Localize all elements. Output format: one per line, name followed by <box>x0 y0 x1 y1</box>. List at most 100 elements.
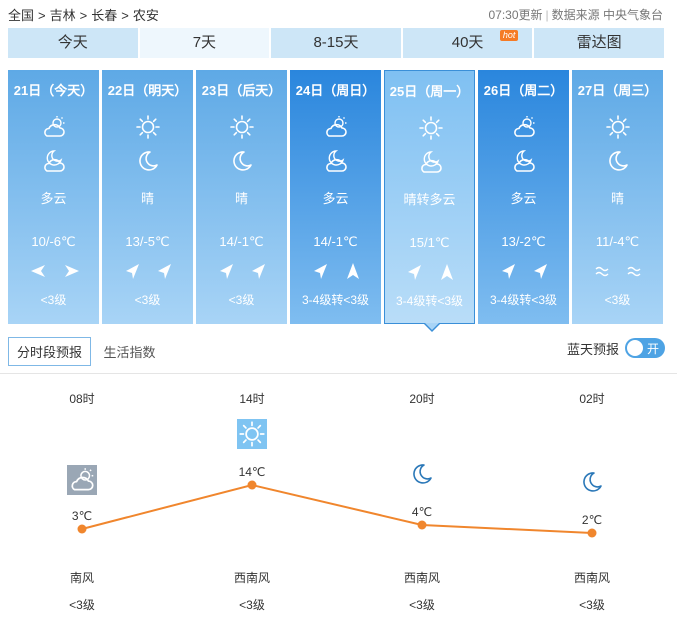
day-card[interactable]: 23日（后天） 晴 14/-1℃ <3级 <box>196 70 287 324</box>
hour-label: 20时 <box>409 392 435 406</box>
wind-direction <box>478 262 569 282</box>
night-weather-icon <box>322 148 350 174</box>
day-temperature: 15/1℃ <box>409 235 450 250</box>
day-temperature: 14/-1℃ <box>219 234 264 249</box>
wave-icon <box>595 266 608 277</box>
tab-radar[interactable]: 雷达图 <box>534 28 664 58</box>
arrow-up-icon <box>440 264 453 280</box>
selected-caret <box>425 323 439 330</box>
arrow-ne-icon <box>533 264 547 279</box>
wind-level: <3级 <box>604 293 631 307</box>
hour-wind-direction: 南风 <box>69 571 94 585</box>
blue-sky-forecast: 蓝天预报 开 <box>567 338 665 358</box>
moon-icon <box>139 151 158 171</box>
day-card[interactable]: 24日（周日） 多云 14/-1℃ 3-4级转<3级 <box>290 70 381 324</box>
tab-hourly[interactable]: 分时段预报 <box>8 337 92 366</box>
cloudy-moon-icon <box>421 151 442 173</box>
night-weather-icon <box>604 148 632 174</box>
day-card[interactable]: 22日（明天） 晴 13/-5℃ <3级 <box>102 70 193 324</box>
moon-icon <box>413 464 432 484</box>
day-condition: 晴 <box>140 191 154 206</box>
hour-weather-icon <box>578 469 606 495</box>
night-weather-icon <box>228 148 256 174</box>
wind-level: 3-4级转<3级 <box>301 293 370 307</box>
night-weather-icon <box>40 148 68 174</box>
day-card[interactable]: 27日（周三） 晴 11/-4℃ <3级 <box>572 70 663 324</box>
day-temperature: 13/-5℃ <box>125 234 170 249</box>
wind-level: <3级 <box>40 293 67 307</box>
moon-icon <box>583 472 602 492</box>
breadcrumb-changchun[interactable]: 长春 <box>91 8 117 23</box>
wind-direction <box>385 263 474 283</box>
tab-life-index[interactable]: 生活指数 <box>95 338 163 365</box>
wind-direction <box>8 262 99 282</box>
update-time: 07:30更新 <box>488 8 543 22</box>
tab-40days-label: 40天 <box>451 34 484 51</box>
hour-wind-level: <3级 <box>579 598 605 612</box>
tab-today[interactable]: 今天 <box>8 28 138 58</box>
day-date: 22日（明天） <box>107 83 188 98</box>
temperature-point <box>247 480 257 490</box>
day-date: 24日（周日） <box>295 83 376 98</box>
arrow-ne-icon <box>501 264 515 279</box>
partly-cloudy-icon <box>71 468 94 491</box>
hour-temperature: 4℃ <box>411 505 433 519</box>
hour-wind-level: <3级 <box>239 598 265 612</box>
breadcrumb-nongan: 农安 <box>132 8 159 23</box>
blue-sky-toggle[interactable]: 开 <box>625 338 665 358</box>
temperature-point <box>417 520 427 530</box>
temperature-point <box>587 528 597 538</box>
breadcrumb-national[interactable]: 全国 <box>8 8 34 23</box>
breadcrumb: 全国 > 吉林 > 长春 > 农安 <box>8 5 163 24</box>
day-card[interactable]: 21日（今天） 多云 10/-6℃ <3级 <box>8 70 99 324</box>
update-info: 07:30更新 | 数据来源 中央气象台 <box>489 6 664 23</box>
cloudy-moon-icon <box>44 150 65 172</box>
seven-day-forecast: 21日（今天） 多云 10/-6℃ <3级 22日（明天） 晴 13/-5℃ <… <box>8 70 664 332</box>
day-card[interactable]: 25日（周一） 晴转多云 15/1℃ 3-4级转<3级 <box>384 70 475 332</box>
partly-cloudy-icon <box>44 116 65 137</box>
arrow-right-icon <box>64 265 79 277</box>
tab-8-15days[interactable]: 8-15天 <box>271 28 401 58</box>
sun-icon <box>606 115 630 139</box>
hour-wind-level: <3级 <box>409 598 435 612</box>
hour-weather-icon <box>67 465 97 495</box>
arrow-left-icon <box>30 265 45 277</box>
breadcrumb-jilin[interactable]: 吉林 <box>50 8 76 23</box>
sun-icon <box>239 421 265 447</box>
day-card[interactable]: 26日（周二） 多云 13/-2℃ 3-4级转<3级 <box>478 70 569 324</box>
wind-direction <box>572 262 663 282</box>
tab-40days[interactable]: 40天 hot <box>402 28 533 58</box>
toggle-label: 开 <box>646 342 659 356</box>
day-weather-icon <box>228 114 256 140</box>
day-condition: 多云 <box>40 191 67 206</box>
cloudy-moon-icon <box>326 150 347 172</box>
hour-weather-icon <box>408 461 436 487</box>
day-date: 21日（今天） <box>13 83 94 98</box>
temperature-point <box>77 524 87 534</box>
arrow-ne-icon <box>125 264 139 279</box>
tab-7days[interactable]: 7天 <box>139 28 270 58</box>
day-condition: 多云 <box>510 191 537 206</box>
hour-wind-direction: 西南风 <box>403 571 440 585</box>
wind-direction <box>196 262 287 282</box>
data-source: 数据来源 中央气象台 <box>551 8 663 22</box>
hour-wind-direction: 西南风 <box>233 571 270 585</box>
blue-sky-label: 蓝天预报 <box>566 341 619 357</box>
cloudy-moon-icon <box>514 150 535 172</box>
sun-icon <box>136 115 160 139</box>
day-condition: 晴 <box>234 191 248 206</box>
hour-label: 02时 <box>579 392 605 406</box>
day-weather-icon <box>510 114 538 140</box>
night-weather-icon <box>510 148 538 174</box>
toggle-knob <box>627 340 643 356</box>
breadcrumb-sep: > <box>79 8 88 23</box>
hour-label: 14时 <box>239 392 265 406</box>
arrow-ne-icon <box>219 264 233 279</box>
partly-cloudy-icon <box>514 116 535 137</box>
hour-temperature: 2℃ <box>581 513 603 527</box>
divider-line <box>0 373 677 374</box>
day-weather-icon <box>134 114 162 140</box>
arrow-ne-icon <box>157 264 171 279</box>
day-date: 26日（周二） <box>483 83 564 98</box>
wave-icon <box>627 266 640 277</box>
